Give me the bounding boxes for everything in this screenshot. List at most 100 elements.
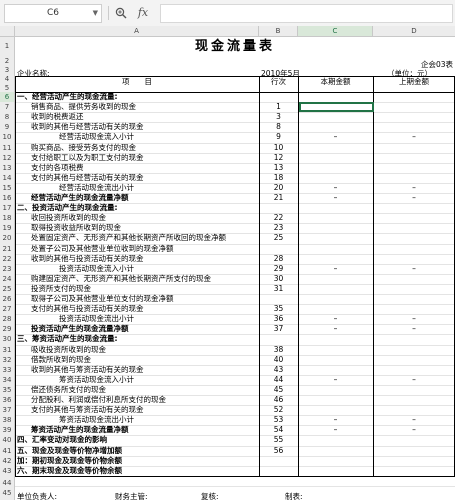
row-line-number: 21 xyxy=(273,193,284,202)
row-item-label: 借款所收到的现金 xyxy=(31,354,91,364)
row-line-number: 46 xyxy=(273,395,284,404)
insert-function-button[interactable]: fx xyxy=(134,4,152,21)
row-header[interactable]: 1 xyxy=(0,41,14,51)
row-header[interactable]: 17 xyxy=(0,203,14,213)
row-item-label: 经营活动现金流入小计 xyxy=(59,132,134,142)
row-header[interactable]: 36 xyxy=(0,395,14,405)
row-header[interactable]: 34 xyxy=(0,375,14,385)
row-header[interactable]: 24 xyxy=(0,274,14,284)
row-header[interactable]: 44 xyxy=(0,478,14,488)
dash-cell: – xyxy=(412,132,416,142)
row-item-label: 支付的其他与筹资活动有关的现金 xyxy=(31,405,144,415)
row-line-number: 22 xyxy=(273,213,284,223)
dash-cell: – xyxy=(333,374,338,384)
sheet-grid[interactable]: 现金流量表 企会03表 企业名称: 2010年5月 （单位：元） 项 目 行次 … xyxy=(15,37,455,501)
column-header-c[interactable]: C xyxy=(298,26,373,36)
row-header[interactable]: 38 xyxy=(0,415,14,425)
magnify-icon[interactable] xyxy=(114,4,128,21)
row-header[interactable]: 16 xyxy=(0,193,14,203)
row-item-label: 分配股利、利润或偿付利息所支付的现金 xyxy=(31,395,166,404)
footer-review: 复核: xyxy=(201,492,219,501)
dash-cell: – xyxy=(412,182,416,192)
row-header[interactable]: 29 xyxy=(0,324,14,334)
selected-cell[interactable] xyxy=(299,102,374,113)
row-header[interactable]: 7 xyxy=(0,102,14,112)
row-header[interactable]: 42 xyxy=(0,456,14,466)
row-header[interactable]: 32 xyxy=(0,355,14,365)
row-item-label: 取得子公司及其他营业单位支付的现金净额 xyxy=(31,294,174,303)
row-item-label: 二、投资活动产生的现金流量: xyxy=(17,203,118,213)
row-header[interactable]: 21 xyxy=(0,244,14,254)
footer-finance: 财务主管: xyxy=(115,492,148,501)
header-current: 本期金额 xyxy=(320,77,351,86)
row-item-label: 购买商品、接受劳务支付的现金 xyxy=(31,142,136,152)
row-header[interactable]: 35 xyxy=(0,385,14,395)
row-header[interactable]: 11 xyxy=(0,143,14,153)
row-line-number: 29 xyxy=(273,263,284,273)
dash-cell: – xyxy=(333,314,338,324)
row-header[interactable]: 37 xyxy=(0,405,14,415)
row-item-label: 五、现金及现金等价物净增加额 xyxy=(17,445,122,455)
row-header[interactable]: 39 xyxy=(0,425,14,435)
row-header[interactable]: 18 xyxy=(0,213,14,223)
name-box[interactable]: C6 ▼ xyxy=(4,4,102,23)
row-header[interactable]: 14 xyxy=(0,173,14,183)
table-border xyxy=(15,76,16,476)
column-header-b[interactable]: B xyxy=(259,26,298,36)
row-header[interactable]: 41 xyxy=(0,446,14,456)
row-line-number: 52 xyxy=(273,405,284,415)
header-prior: 上期金额 xyxy=(399,77,429,86)
row-item-label: 支付的其他与投资活动有关的现金 xyxy=(31,304,144,314)
footer-manager: 单位负责人: xyxy=(17,492,58,501)
row-item-label: 三、筹资活动产生的现金流量: xyxy=(17,334,118,344)
row-header[interactable]: 9 xyxy=(0,122,14,132)
column-header-d[interactable]: D xyxy=(373,26,455,36)
row-line-number: 43 xyxy=(273,364,284,374)
row-header[interactable]: 8 xyxy=(0,112,14,122)
row-header[interactable]: 33 xyxy=(0,365,14,375)
table-border xyxy=(15,475,455,477)
chevron-down-icon[interactable]: ▼ xyxy=(93,5,98,22)
row-header[interactable]: 10 xyxy=(0,132,14,142)
row-item-label: 收到的其他与投资活动有关的现金 xyxy=(31,253,144,263)
row-header[interactable]: 30 xyxy=(0,334,14,344)
row-item-label: 经营活动现金流出小计 xyxy=(59,182,134,192)
row-header[interactable]: 20 xyxy=(0,233,14,243)
row-header[interactable]: 43 xyxy=(0,466,14,476)
row-header[interactable]: 19 xyxy=(0,223,14,233)
select-all-corner[interactable] xyxy=(0,26,15,36)
row-item-label: 偿还债务所支付的现金 xyxy=(31,384,106,394)
dash-cell: – xyxy=(412,324,416,334)
dash-cell: – xyxy=(412,374,416,384)
row-item-label: 投资活动产生的现金流量净额 xyxy=(31,324,129,334)
table-border xyxy=(15,92,455,93)
row-line-number: 36 xyxy=(273,314,284,324)
row-header[interactable]: 25 xyxy=(0,284,14,294)
table-border xyxy=(298,76,299,476)
row-header[interactable]: 28 xyxy=(0,314,14,324)
row-header[interactable]: 12 xyxy=(0,153,14,163)
row-header[interactable]: 6 xyxy=(0,92,14,102)
row-header[interactable]: 15 xyxy=(0,183,14,193)
row-header[interactable]: 27 xyxy=(0,304,14,314)
row-item-label: 收到的其他与经营活动有关的现金 xyxy=(31,122,144,132)
row-item-label: 投资活动现金流入小计 xyxy=(59,263,134,273)
row-line-number: 28 xyxy=(273,253,284,263)
formula-input[interactable] xyxy=(160,4,453,23)
row-line-number: 13 xyxy=(273,162,284,172)
row-line-number: 35 xyxy=(273,304,284,314)
row-header[interactable]: 23 xyxy=(0,264,14,274)
column-header-a[interactable]: A xyxy=(15,26,259,36)
header-line: 行次 xyxy=(271,77,286,86)
row-header[interactable]: 31 xyxy=(0,345,14,355)
row-line-number: 8 xyxy=(276,122,281,132)
row-header[interactable]: 13 xyxy=(0,163,14,173)
row-header[interactable]: 45 xyxy=(0,488,14,498)
row-line-number: 45 xyxy=(273,384,284,394)
table-border xyxy=(15,76,455,77)
row-line-number: 25 xyxy=(273,233,284,243)
row-header[interactable]: 40 xyxy=(0,435,14,445)
row-header[interactable]: 26 xyxy=(0,294,14,304)
row-header[interactable]: 22 xyxy=(0,254,14,264)
row-item-label: 筹资活动现金流出小计 xyxy=(59,415,134,425)
